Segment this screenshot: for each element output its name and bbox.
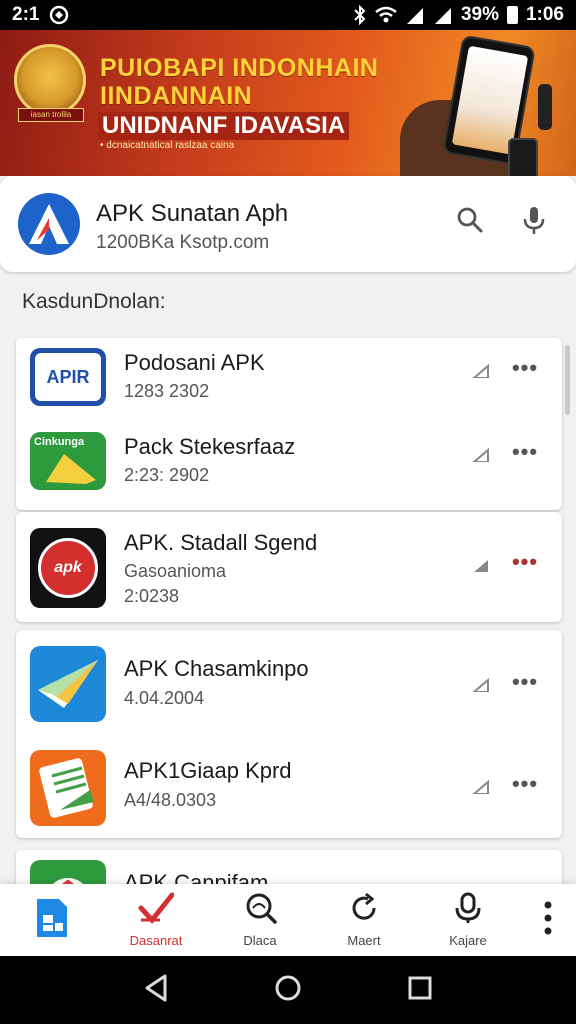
microphone-icon[interactable] (518, 204, 550, 236)
banner-tagline: • dcnaicatnatical raslzaa caina (100, 140, 235, 151)
list-item[interactable]: APK Chasamkinpo 4.04.2004 ••• (16, 636, 562, 732)
document-icon (35, 897, 69, 944)
search-icon (243, 892, 277, 929)
banner-headline-2: IINDANNAIN (100, 82, 253, 110)
tab-label: Kajare (449, 933, 487, 948)
status-clock: 1:06 (525, 4, 564, 25)
app-meta: Gasoanioma (124, 561, 227, 581)
apk-blue-icon: APIR (30, 348, 106, 406)
more-options-icon[interactable]: ••• (510, 357, 540, 379)
signal-icon (471, 363, 490, 379)
signal-icon (471, 447, 490, 463)
signal-icon (405, 6, 425, 24)
system-nav-bar (0, 956, 576, 1024)
app-list-card: apk APK. Stadall Sgend Gasoanioma 2:0238… (16, 512, 562, 622)
app-meta: 4.04.2004 (124, 688, 205, 708)
back-icon (143, 974, 169, 1007)
red-circle-icon: apk (30, 528, 106, 608)
checkmark-icon (138, 892, 175, 929)
device-illustration (538, 84, 552, 130)
more-vertical-icon (544, 901, 552, 940)
notebook-icon (30, 750, 106, 826)
app-search-card[interactable]: APK Sunatan Aph 1200BKa Ksotp.com (0, 176, 576, 272)
app-meta-secondary: 2:0238 (124, 586, 180, 606)
app-meta: A4/48.0303 (124, 790, 217, 810)
list-item[interactable]: APIR Podosani APK 1283 2302 ••• (16, 338, 562, 428)
small-phone-illustration (508, 138, 538, 176)
home-button[interactable] (268, 970, 308, 1010)
search-icon[interactable] (454, 204, 486, 236)
paper-plane-icon (30, 646, 106, 722)
app-name: Pack Stekesrfaaz (124, 434, 296, 459)
microphone-icon (453, 892, 483, 929)
tab-label: Maert (347, 933, 381, 948)
more-options-icon[interactable]: ••• (510, 671, 540, 693)
battery-icon (506, 6, 518, 24)
tab-label: Dasanrat (129, 933, 183, 948)
list-item[interactable]: apk APK. Stadall Sgend Gasoanioma 2:0238… (16, 518, 562, 618)
signal-icon (471, 779, 490, 795)
tab-maert[interactable]: Maert (312, 884, 416, 956)
app-name: APK. Stadall Sgend (124, 530, 318, 555)
bluetooth-icon (353, 5, 367, 25)
scrollbar[interactable] (565, 345, 570, 415)
signal-icon (472, 558, 490, 572)
app-list-card: APK Chasamkinpo 4.04.2004 ••• APK1Giaap … (16, 630, 562, 838)
app-name: APK1Giaap Kprd (124, 758, 292, 783)
green-ruler-icon: Cinkunga (30, 432, 106, 490)
list-item[interactable]: APK1Giaap Kprd A4/48.0303 ••• (16, 740, 562, 836)
section-title: KasdunDnolan: (22, 290, 166, 313)
tab-kajare[interactable]: Kajare (416, 884, 520, 956)
tab-more[interactable] (520, 884, 576, 956)
status-bar: 2:1 39% 1:06 (0, 0, 576, 30)
app-name: Podosani APK (124, 350, 265, 375)
tab-label: Dlaca (243, 933, 277, 948)
search-title: APK Sunatan Aph (96, 200, 289, 227)
recents-icon (407, 975, 433, 1006)
signal-icon (471, 677, 490, 693)
home-icon (274, 974, 302, 1007)
apk-logo-icon (18, 193, 80, 255)
emblem-ribbon: iasan trolila (18, 108, 84, 122)
promo-banner[interactable]: iasan trolila PUIOBAPI INDONHAIN IINDANN… (0, 30, 576, 176)
app-meta: 1283 2302 (124, 381, 210, 401)
emblem-logo (14, 44, 86, 116)
back-button[interactable] (136, 970, 176, 1010)
search-subtitle: 1200BKa Ksotp.com (96, 232, 270, 253)
status-time-left: 2:1 (12, 4, 40, 25)
notification-icon (49, 5, 69, 25)
banner-headline-1: PUIOBAPI INDONHAIN (100, 54, 379, 82)
battery-percent: 39% (460, 4, 499, 25)
bottom-tab-bar: Dasanrat Dlaca Maert Kajare (0, 884, 576, 956)
refresh-icon (348, 892, 380, 929)
wifi-icon (375, 6, 397, 24)
banner-headline-3: UNIDNANF IDAVASIA (98, 112, 350, 140)
recents-button[interactable] (400, 970, 440, 1010)
more-options-icon[interactable]: ••• (510, 551, 540, 573)
tab-dlaca[interactable]: Dlaca (208, 884, 312, 956)
more-options-icon[interactable]: ••• (510, 773, 540, 795)
more-options-icon[interactable]: ••• (510, 441, 540, 463)
list-item[interactable]: Cinkunga Pack Stekesrfaaz 2:23: 2902 ••• (16, 422, 562, 512)
tab-dasanrat[interactable]: Dasanrat (104, 884, 208, 956)
app-meta: 2:23: 2902 (124, 465, 210, 485)
signal-icon-2 (433, 6, 453, 24)
app-name: APK Chasamkinpo (124, 656, 309, 681)
tab-documents[interactable] (0, 884, 104, 956)
app-list-card: APIR Podosani APK 1283 2302 ••• Cinkunga… (16, 338, 562, 510)
